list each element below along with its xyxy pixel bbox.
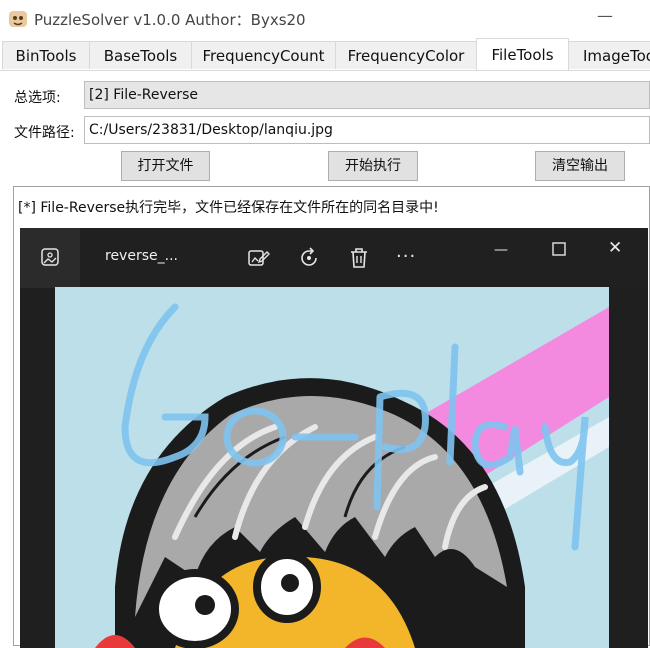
viewer-app-icon-cell (20, 228, 80, 288)
start-button[interactable]: 开始执行 (328, 151, 418, 181)
tab-frequencycount[interactable]: FrequencyCount (191, 41, 336, 69)
tab-bintools[interactable]: BinTools (2, 41, 90, 69)
viewer-close-button[interactable]: ✕ (608, 238, 622, 258)
app-title: PuzzleSolver v1.0.0 Author：Byxs20 (34, 11, 306, 29)
delete-icon[interactable] (347, 246, 371, 270)
clear-output-button[interactable]: 清空输出 (535, 151, 625, 181)
tab-imagetools[interactable]: ImageTools (568, 41, 650, 69)
title-bar: PuzzleSolver v1.0.0 Author：Byxs20 — (0, 0, 650, 38)
path-label: 文件路径: (14, 125, 75, 141)
app-icon (9, 11, 27, 27)
viewer-minimize-button[interactable]: — (494, 242, 508, 258)
tab-filetools[interactable]: FileTools (476, 38, 569, 70)
viewer-titlebar: reverse_... ··· — ✕ (20, 228, 648, 288)
option-select[interactable]: [2] File-Reverse (84, 81, 650, 109)
tab-frequencycolor[interactable]: FrequencyColor (335, 41, 477, 69)
maximize-icon[interactable] (548, 238, 570, 260)
photo-viewer-window: reverse_... ··· — ✕ (20, 228, 648, 648)
more-options-button[interactable]: ··· (396, 246, 416, 267)
cartoon-image (55, 287, 609, 648)
tab-basetools[interactable]: BaseTools (89, 41, 192, 69)
open-file-button[interactable]: 打开文件 (121, 151, 210, 181)
viewer-filename: reverse_... (105, 248, 178, 264)
file-path-input[interactable]: C:/Users/23831/Desktop/lanqiu.jpg (84, 116, 650, 144)
minimize-button[interactable]: — (590, 6, 620, 30)
edit-image-icon[interactable] (246, 246, 270, 270)
option-label: 总选项: (14, 90, 61, 106)
output-text: [*] File-Reverse执行完毕，文件已经保存在文件所在的同名目录中! (18, 200, 439, 216)
displayed-image (55, 287, 609, 648)
rotate-icon[interactable] (297, 246, 321, 270)
tab-bar: BinTools BaseTools FrequencyCount Freque… (0, 38, 650, 71)
photos-app-icon (41, 248, 59, 266)
